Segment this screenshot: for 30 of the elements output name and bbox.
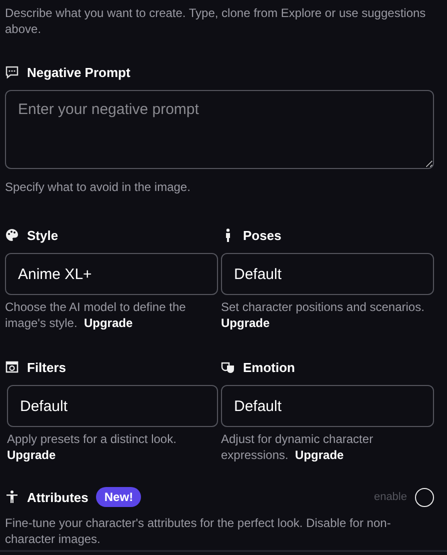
select-field[interactable]: Default (221, 385, 434, 427)
section-title: Poses (243, 228, 282, 242)
camera-icon (5, 360, 19, 374)
section-title: Attributes (27, 490, 88, 504)
field-hint: Choose the AI model to define the image's style. Upgrade (5, 299, 187, 331)
masks-icon (221, 360, 235, 374)
field-hint: Apply presets for a distinct look. Upgrade (7, 431, 178, 463)
select-field[interactable]: Anime XL+ (5, 253, 218, 295)
select-field[interactable]: Default (221, 253, 434, 295)
select-field[interactable]: Default (7, 385, 218, 427)
section-title: Filters (27, 360, 66, 374)
upgrade-link[interactable]: Upgrade (221, 316, 270, 330)
field-hint: Adjust for dynamic character expressions. Upgrade (221, 431, 374, 463)
section-title: Emotion (243, 360, 295, 374)
section-title: Negative Prompt (27, 64, 130, 80)
new-badge: New! (96, 487, 142, 507)
accessibility-icon (5, 490, 19, 504)
upgrade-link[interactable]: Upgrade (295, 448, 344, 462)
upgrade-link[interactable]: Upgrade (7, 448, 56, 462)
enable-toggle[interactable] (415, 488, 434, 506)
section-title: Style (27, 228, 58, 242)
prompt-hint: Describe what you want to create. Type, clone from Explore or use suggestions above. (5, 5, 427, 37)
field-hint: Set character positions and scenarios. Upgrade (221, 299, 426, 331)
chat-icon (5, 65, 19, 79)
upgrade-link[interactable]: Upgrade (84, 316, 133, 330)
field-hint: Specify what to avoid in the image. (5, 179, 192, 195)
toggle-label: enable (374, 491, 407, 503)
palette-icon (5, 228, 19, 242)
negative-prompt-field[interactable]: Enter your negative prompt (5, 90, 434, 169)
field-hint: Fine-tune your character's attributes for the perfect look. Disable for non-character images. (5, 515, 392, 547)
